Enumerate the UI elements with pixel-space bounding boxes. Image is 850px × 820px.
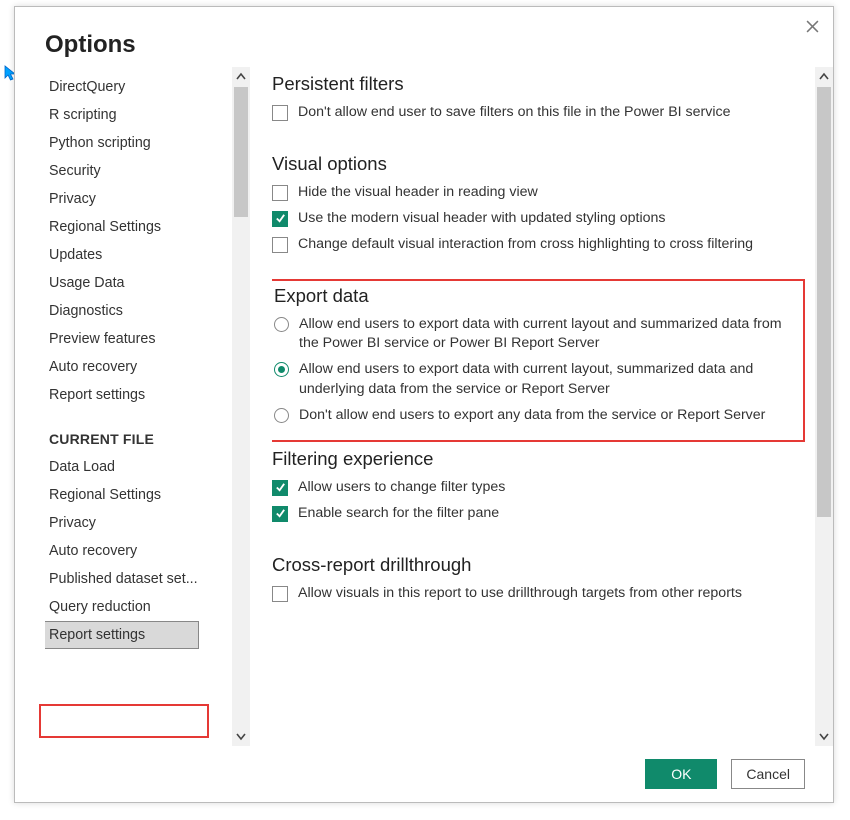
nav-item-cf-query-reduction[interactable]: Query reduction (45, 593, 215, 621)
nav-item-cf-regional[interactable]: Regional Settings (45, 481, 215, 509)
radio-export-underlying[interactable] (274, 362, 289, 377)
section-title-persistent-filters: Persistent filters (272, 73, 805, 95)
ok-button[interactable]: OK (645, 759, 717, 789)
checkbox-cross-filtering[interactable] (272, 237, 288, 253)
nav-item-global-auto-recovery[interactable]: Auto recovery (45, 353, 215, 381)
checkbox-hide-visual-header[interactable] (272, 185, 288, 201)
checkbox-change-filter-types[interactable] (272, 480, 288, 496)
close-icon (806, 20, 819, 33)
scroll-up-icon[interactable] (815, 67, 833, 87)
scroll-down-icon[interactable] (815, 726, 833, 746)
sidebar-nav: DirectQuery R scripting Python scripting… (45, 67, 250, 746)
section-title-export-data: Export data (274, 285, 795, 307)
nav-item-global-report-settings[interactable]: Report settings (45, 381, 215, 409)
content-scrollbar[interactable] (815, 67, 833, 746)
nav-item-global-privacy[interactable]: Privacy (45, 185, 215, 213)
callout-box-export-data: Export data Allow end users to export da… (272, 279, 805, 442)
label-cross-report-drillthrough[interactable]: Allow visuals in this report to use dril… (298, 584, 805, 604)
label-hide-visual-header[interactable]: Hide the visual header in reading view (298, 183, 805, 203)
section-title-cross-report: Cross-report drillthrough (272, 554, 805, 576)
checkbox-modern-visual-header[interactable] (272, 211, 288, 227)
label-export-summarized[interactable]: Allow end users to export data with curr… (299, 315, 795, 355)
checkbox-cross-report-drillthrough[interactable] (272, 586, 288, 602)
scrollbar-thumb[interactable] (234, 87, 248, 217)
dialog-footer: OK Cancel (15, 746, 833, 802)
nav-item-global-regional[interactable]: Regional Settings (45, 213, 215, 241)
nav-item-global-preview[interactable]: Preview features (45, 325, 215, 353)
settings-panel: Persistent filters Don't allow end user … (272, 67, 815, 746)
nav-item-global-security[interactable]: Security (45, 157, 215, 185)
checkbox-search-filter-pane[interactable] (272, 506, 288, 522)
nav-item-global-updates[interactable]: Updates (45, 241, 215, 269)
scrollbar-thumb[interactable] (817, 87, 831, 517)
nav-item-global-python-scripting[interactable]: Python scripting (45, 129, 215, 157)
section-title-visual-options: Visual options (272, 153, 805, 175)
nav-item-cf-data-load[interactable]: Data Load (45, 453, 215, 481)
nav-item-cf-auto-recovery[interactable]: Auto recovery (45, 537, 215, 565)
cancel-button[interactable]: Cancel (731, 759, 805, 789)
label-persistent-filters-disallow[interactable]: Don't allow end user to save filters on … (298, 103, 805, 123)
label-modern-visual-header[interactable]: Use the modern visual header with update… (298, 209, 805, 229)
label-search-filter-pane[interactable]: Enable search for the filter pane (298, 504, 805, 524)
nav-item-cf-published-dataset[interactable]: Published dataset set... (45, 565, 215, 593)
radio-export-none[interactable] (274, 408, 289, 423)
label-change-filter-types[interactable]: Allow users to change filter types (298, 478, 805, 498)
options-dialog: Options DirectQuery R scripting Python s… (14, 6, 834, 803)
radio-export-summarized[interactable] (274, 317, 289, 332)
nav-item-global-directquery[interactable]: DirectQuery (45, 73, 215, 101)
sidebar-scrollbar[interactable] (232, 67, 250, 746)
nav-item-global-r-scripting[interactable]: R scripting (45, 101, 215, 129)
nav-item-global-diagnostics[interactable]: Diagnostics (45, 297, 215, 325)
nav-section-current-file: CURRENT FILE (45, 409, 215, 453)
label-export-none[interactable]: Don't allow end users to export any data… (299, 406, 795, 426)
checkbox-persistent-filters-disallow[interactable] (272, 105, 288, 121)
scroll-up-icon[interactable] (232, 67, 250, 87)
label-cross-filtering[interactable]: Change default visual interaction from c… (298, 235, 805, 255)
nav-item-cf-report-settings[interactable]: Report settings (45, 621, 199, 649)
label-export-underlying[interactable]: Allow end users to export data with curr… (299, 360, 795, 400)
section-title-filtering-experience: Filtering experience (272, 448, 805, 470)
scroll-down-icon[interactable] (232, 726, 250, 746)
close-button[interactable] (799, 13, 825, 39)
dialog-title: Options (15, 7, 833, 67)
nav-item-global-usage-data[interactable]: Usage Data (45, 269, 215, 297)
nav-item-cf-privacy[interactable]: Privacy (45, 509, 215, 537)
